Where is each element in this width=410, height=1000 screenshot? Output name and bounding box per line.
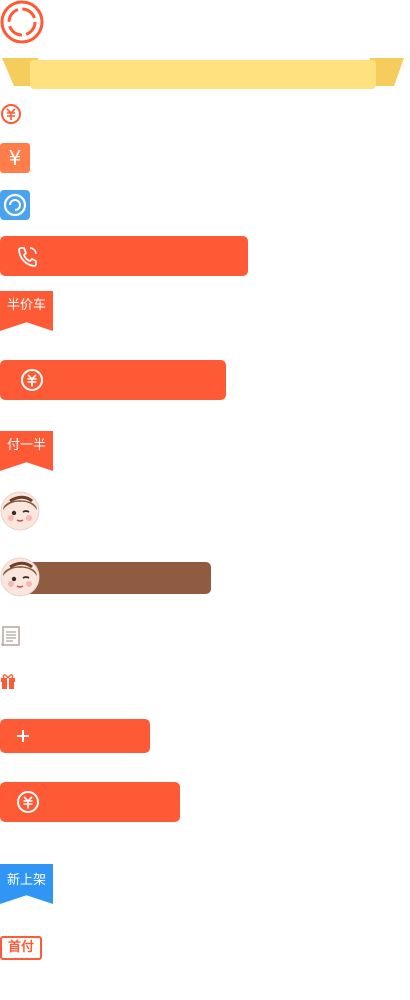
down-payment-label: 首付 [7, 940, 34, 955]
ring-icon [0, 0, 44, 44]
swirl-tile-icon [0, 190, 30, 220]
avatar-icon [0, 491, 40, 531]
yuan-circle-icon [17, 791, 39, 813]
new-arrival-label: 新上架 [6, 873, 46, 888]
yuan-circle-icon [21, 369, 43, 391]
avatar-icon [0, 557, 40, 597]
yuan-circle-icon [1, 104, 21, 124]
gift-icon [1, 674, 15, 689]
half-price-car-label: 半价车 [6, 298, 46, 313]
yuan-tile-icon: ¥ [0, 143, 30, 173]
consultant-bar[interactable] [20, 562, 211, 594]
pay-half-badge: 付一半 [0, 431, 53, 471]
phone-icon [18, 247, 37, 267]
down-payment-stamp: 首付 [0, 936, 42, 960]
new-arrival-badge: 新上架 [0, 864, 53, 904]
pay-half-label: 付一半 [6, 438, 46, 453]
price-button[interactable] [0, 360, 226, 400]
price-button-secondary[interactable] [0, 782, 180, 822]
yuan-tile-glyph: ¥ [8, 146, 22, 170]
notebook-icon [0, 626, 20, 646]
add-button[interactable] [0, 719, 150, 753]
ribbon-banner [2, 58, 404, 89]
plus-icon [17, 730, 29, 742]
half-price-car-badge: 半价车 [0, 291, 53, 331]
call-button[interactable] [0, 236, 248, 276]
